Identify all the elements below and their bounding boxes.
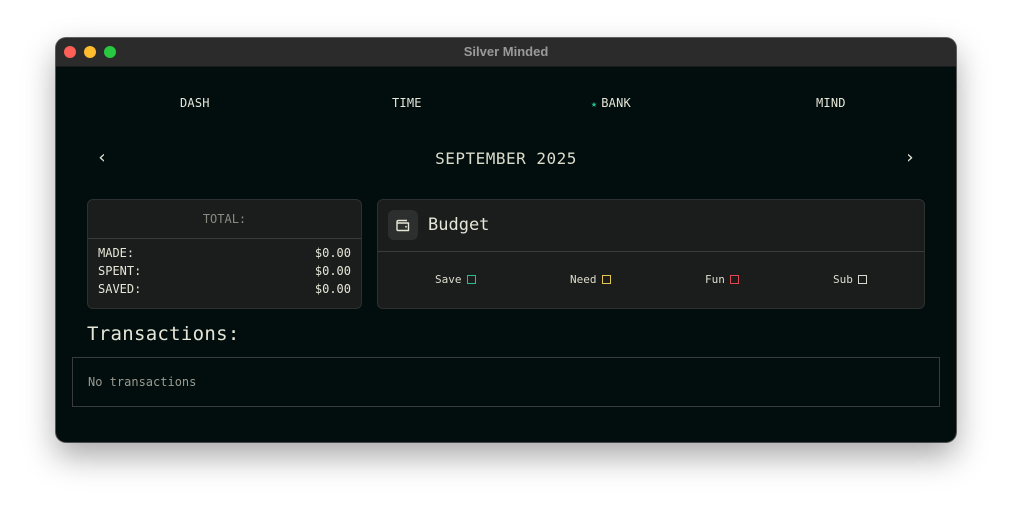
budget-title: Budget: [428, 215, 490, 235]
save-swatch: [466, 275, 476, 284]
legend-label: Sub: [833, 273, 853, 286]
totals-row-made: MADE: $0.00: [88, 244, 361, 262]
totals-row-saved: SAVED: $0.00: [88, 280, 361, 298]
nav-item-dash[interactable]: DASH: [180, 96, 210, 110]
totals-row-label: SPENT:: [98, 264, 142, 278]
fun-swatch: [729, 275, 739, 284]
nav-item-label: MIND: [816, 96, 846, 110]
nav-item-mind[interactable]: MIND: [816, 96, 846, 110]
transactions-title: Transactions:: [87, 323, 240, 345]
nav-item-bank[interactable]: ★ BANK: [591, 96, 631, 110]
title-bar[interactable]: Silver Minded: [56, 38, 956, 67]
wallet-icon: [388, 210, 418, 240]
totals-row-label: SAVED:: [98, 282, 142, 296]
totals-row-value: $0.00: [314, 282, 351, 296]
sub-swatch: [857, 275, 867, 284]
app-window: Silver Minded DASH TIME ★ BANK MIND ‹ SEP…: [56, 38, 956, 442]
totals-row-spent: SPENT: $0.00: [88, 262, 361, 280]
transactions-list: No transactions: [72, 357, 940, 407]
totals-row-label: MADE:: [98, 246, 135, 260]
active-star-icon: ★: [591, 99, 598, 110]
nav-item-time[interactable]: TIME: [392, 96, 422, 110]
totals-header: TOTAL:: [88, 200, 361, 239]
legend-label: Need: [570, 273, 597, 286]
budget-header: Budget: [378, 200, 924, 252]
nav-item-label: TIME: [392, 96, 422, 110]
legend-item-save: Save: [435, 273, 476, 287]
chevron-right-icon[interactable]: ›: [899, 148, 921, 170]
month-label: SEPTEMBER 2025: [435, 149, 577, 168]
legend-item-need: Need: [570, 273, 611, 287]
budget-legend: Save Need Fun Sub: [378, 273, 924, 287]
need-swatch: [601, 275, 611, 284]
totals-card: TOTAL: MADE: $0.00 SPENT: $0.00 SAVED: $…: [87, 199, 362, 309]
totals-row-value: $0.00: [314, 264, 351, 278]
nav-item-label: BANK: [601, 96, 631, 110]
legend-label: Fun: [705, 273, 725, 286]
month-selector: ‹ SEPTEMBER 2025 ›: [56, 148, 956, 170]
legend-item-fun: Fun: [705, 273, 739, 287]
window-title: Silver Minded: [463, 44, 549, 59]
nav-item-label: DASH: [180, 96, 210, 110]
empty-state-text: No transactions: [88, 375, 197, 389]
totals-row-value: $0.00: [314, 246, 351, 260]
budget-card: Budget Save Need Fun Sub: [377, 199, 925, 309]
legend-item-sub: Sub: [833, 273, 867, 287]
top-nav: DASH TIME ★ BANK MIND: [56, 96, 956, 114]
legend-label: Save: [435, 273, 462, 286]
